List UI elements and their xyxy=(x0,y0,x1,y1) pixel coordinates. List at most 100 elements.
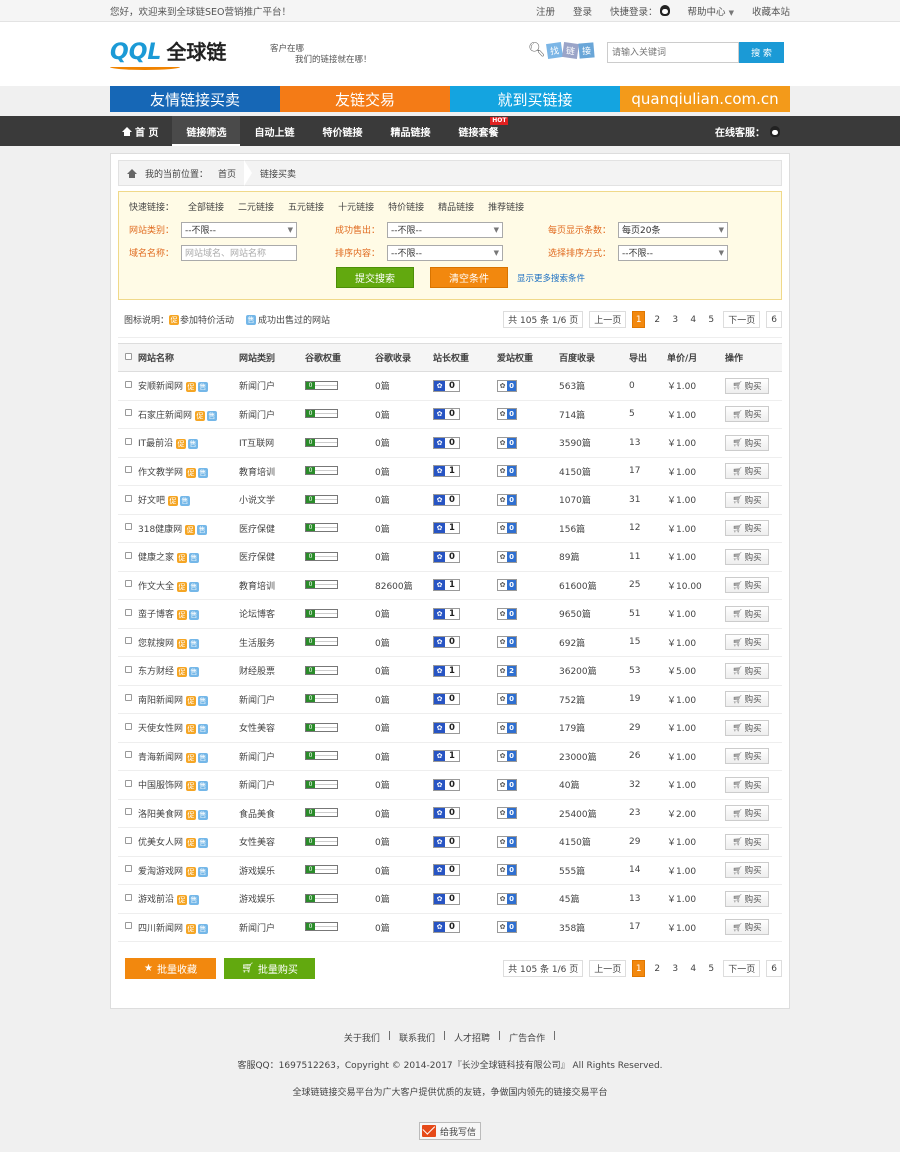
row-checkbox[interactable] xyxy=(125,808,132,816)
breadcrumb-home[interactable]: 首页 xyxy=(218,167,236,180)
site-name-link[interactable]: 健康之家 xyxy=(138,553,174,563)
pager-next[interactable]: 下一页 xyxy=(723,960,761,977)
site-name-link[interactable]: 爱淘游戏网 xyxy=(138,867,183,877)
site-name-link[interactable]: 中国服饰网 xyxy=(138,781,183,791)
pager-page[interactable]: 4 xyxy=(687,964,699,974)
site-name-link[interactable]: 游戏前沿 xyxy=(138,895,174,905)
qq-service-icon[interactable] xyxy=(770,125,780,137)
login-link[interactable]: 登录 xyxy=(573,4,592,18)
pager-last[interactable]: 6 xyxy=(766,960,782,977)
buy-button[interactable]: 🛒︎ 购买 xyxy=(725,406,769,423)
site-name-link[interactable]: 您就搜网 xyxy=(138,639,174,649)
online-service[interactable]: 在线客服： xyxy=(715,124,780,139)
qq-icon[interactable] xyxy=(659,5,670,16)
row-checkbox[interactable] xyxy=(125,466,132,474)
buy-button[interactable]: 🛒︎ 购买 xyxy=(725,548,769,565)
pager-page[interactable]: 5 xyxy=(705,964,717,974)
site-name-link[interactable]: 蛮子博客 xyxy=(138,610,174,620)
buy-button[interactable]: 🛒︎ 购买 xyxy=(725,463,769,480)
search-button[interactable]: 搜 索 xyxy=(739,42,784,63)
pager-page-current[interactable]: 1 xyxy=(632,311,646,328)
footer-about[interactable]: 关于我们 xyxy=(344,1031,380,1044)
row-checkbox[interactable] xyxy=(125,779,132,787)
row-checkbox[interactable] xyxy=(125,494,132,502)
buy-button[interactable]: 🛒︎ 购买 xyxy=(725,919,769,936)
site-name-link[interactable]: 好文吧 xyxy=(138,496,165,506)
batch-favorite-button[interactable]: ★ 批量收藏 xyxy=(125,958,216,979)
sold-select[interactable]: --不限-- ▼ xyxy=(387,221,503,238)
domain-name-input[interactable]: 网站域名、网站名称 xyxy=(181,244,297,261)
pager-page-current[interactable]: 1 xyxy=(632,960,646,977)
nav-link-package[interactable]: 链接套餐 HOT xyxy=(444,116,512,146)
row-checkbox[interactable] xyxy=(125,836,132,844)
row-checkbox[interactable] xyxy=(125,523,132,531)
row-checkbox[interactable] xyxy=(125,865,132,873)
write-to-us-button[interactable]: 给我写信 xyxy=(418,1122,481,1140)
row-checkbox[interactable] xyxy=(125,608,132,616)
buy-button[interactable]: 🛒︎ 购买 xyxy=(725,748,769,765)
nav-link-filter[interactable]: 链接筛选 xyxy=(172,116,241,146)
row-checkbox[interactable] xyxy=(125,694,132,702)
buy-button[interactable]: 🛒︎ 购买 xyxy=(725,491,769,508)
row-checkbox[interactable] xyxy=(125,751,132,759)
row-checkbox[interactable] xyxy=(125,637,132,645)
pager-prev[interactable]: 上一页 xyxy=(589,311,627,328)
pager-prev[interactable]: 上一页 xyxy=(589,960,627,977)
nav-home[interactable]: 首 页 xyxy=(110,116,172,146)
nav-premium-link[interactable]: 精品链接 xyxy=(376,116,444,146)
buy-button[interactable]: 🛒︎ 购买 xyxy=(725,605,769,622)
buy-button[interactable]: 🛒︎ 购买 xyxy=(725,805,769,822)
pager-page[interactable]: 5 xyxy=(705,315,717,325)
row-checkbox[interactable] xyxy=(125,380,132,388)
quick-link-all[interactable]: 全部链接 xyxy=(188,200,224,213)
buy-button[interactable]: 🛒︎ 购买 xyxy=(725,691,769,708)
favorite-link[interactable]: 收藏本站 xyxy=(752,4,790,18)
site-name-link[interactable]: 洛阳美食网 xyxy=(138,810,183,820)
footer-contact[interactable]: 联系我们 xyxy=(399,1031,435,1044)
site-name-link[interactable]: 石家庄新闻网 xyxy=(138,411,192,421)
site-name-link[interactable]: IT最前沿 xyxy=(138,439,173,449)
select-all-checkbox[interactable] xyxy=(125,352,132,360)
site-name-link[interactable]: 优美女人网 xyxy=(138,838,183,848)
banner-2[interactable]: 友链交易 xyxy=(280,86,450,112)
buy-button[interactable]: 🛒︎ 购买 xyxy=(725,862,769,879)
row-checkbox[interactable] xyxy=(125,665,132,673)
quick-link-5yuan[interactable]: 五元链接 xyxy=(288,200,324,213)
quick-link-2yuan[interactable]: 二元链接 xyxy=(238,200,274,213)
submit-search-button[interactable]: 提交搜索 xyxy=(336,267,414,288)
site-name-link[interactable]: 318健康网 xyxy=(138,525,182,535)
pager-page[interactable]: 2 xyxy=(651,964,663,974)
pager-page[interactable]: 3 xyxy=(669,315,681,325)
site-name-link[interactable]: 天使女性网 xyxy=(138,724,183,734)
buy-button[interactable]: 🛒︎ 购买 xyxy=(725,520,769,537)
order-by-select[interactable]: --不限-- ▼ xyxy=(618,244,728,261)
order-content-select[interactable]: --不限-- ▼ xyxy=(387,244,503,261)
site-name-link[interactable]: 安顺新闻网 xyxy=(138,382,183,392)
more-conditions-link[interactable]: 显示更多搜索条件 xyxy=(517,272,585,284)
row-checkbox[interactable] xyxy=(125,437,132,445)
buy-button[interactable]: 🛒︎ 购买 xyxy=(725,776,769,793)
row-checkbox[interactable] xyxy=(125,409,132,417)
row-checkbox[interactable] xyxy=(125,922,132,930)
buy-button[interactable]: 🛒︎ 购买 xyxy=(725,719,769,736)
buy-button[interactable]: 🛒︎ 购买 xyxy=(725,634,769,651)
footer-ads[interactable]: 广告合作 xyxy=(509,1031,545,1044)
site-name-link[interactable]: 南阳新闻网 xyxy=(138,696,183,706)
nav-auto-link[interactable]: 自动上链 xyxy=(240,116,308,146)
buy-button[interactable]: 🛒︎ 购买 xyxy=(725,890,769,907)
site-name-link[interactable]: 作文教学网 xyxy=(138,468,183,478)
quick-link-recommend[interactable]: 推荐链接 xyxy=(488,200,524,213)
quick-link-special[interactable]: 特价链接 xyxy=(388,200,424,213)
quick-login[interactable]: 快捷登录： xyxy=(610,4,670,18)
row-checkbox[interactable] xyxy=(125,580,132,588)
banner-4[interactable]: quanqiulian.com.cn xyxy=(620,86,790,112)
site-name-link[interactable]: 东方财经 xyxy=(138,667,174,677)
search-input[interactable] xyxy=(607,42,739,63)
register-link[interactable]: 注册 xyxy=(536,4,555,18)
banner-3[interactable]: 就到买链接 xyxy=(450,86,620,112)
banner-1[interactable]: 友情链接买卖 xyxy=(110,86,280,112)
batch-buy-button[interactable]: 🛒︎ 批量购买 xyxy=(224,958,315,979)
buy-button[interactable]: 🛒︎ 购买 xyxy=(725,377,769,394)
buy-button[interactable]: 🛒︎ 购买 xyxy=(725,434,769,451)
site-type-select[interactable]: --不限-- ▼ xyxy=(181,221,297,238)
